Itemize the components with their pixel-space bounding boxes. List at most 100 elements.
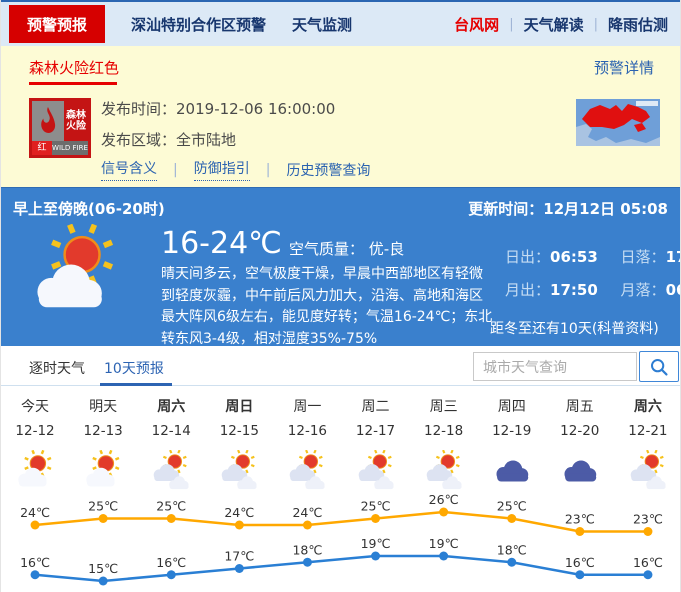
fire-icon-bottom: 红 WILD FIRE	[32, 141, 88, 155]
day-label: 明天	[89, 396, 117, 416]
partly-sunny-icon	[80, 450, 126, 498]
high-temp-point	[575, 527, 584, 536]
high-temp-value-label: 23℃	[633, 512, 663, 527]
cloudy-icon	[353, 450, 399, 498]
forecast-tabs-row: 逐时天气 10天预报	[1, 346, 681, 386]
divider: |	[509, 17, 513, 32]
low-temp-value-label: 16℃	[20, 555, 50, 570]
forest-fire-warning-icon: 森林 火险 红 WILD FIRE	[29, 98, 91, 158]
top-nav: 预警预报 深汕特别合作区预警 天气监测 台风网 | 天气解读 | 降雨估测	[1, 0, 681, 46]
city-search-input[interactable]	[473, 352, 637, 381]
low-temp-line	[35, 556, 648, 581]
low-temp-value-label: 16℃	[156, 555, 186, 570]
overcast-icon	[489, 450, 535, 498]
partly-sunny-icon	[12, 450, 58, 498]
moonset-label: 月落：	[621, 281, 666, 299]
forecast-day-column[interactable]: 周日12-15	[205, 386, 273, 498]
sunset-label: 日落：	[621, 248, 666, 266]
forecast-day-column[interactable]: 周六12-14	[137, 386, 205, 498]
low-temp-point	[167, 570, 176, 579]
forecast-day-column[interactable]: 周一12-16	[273, 386, 341, 498]
cloudy-icon	[625, 450, 671, 498]
sun-moon-times: 日出：06:53 日落：17:40 月出：17:50 月落：06:39	[505, 246, 681, 312]
forecast-day-column[interactable]: 周五 12-20	[546, 386, 614, 498]
tab-forest-fire-red[interactable]: 森林火险红色	[29, 57, 119, 78]
low-temp-value-label: 16℃	[633, 555, 663, 570]
low-temp-value-label: 19℃	[361, 536, 391, 551]
high-temp-value-label: 24℃	[20, 505, 50, 520]
warning-details-link[interactable]: 预警详情	[594, 57, 654, 78]
tab-warning-forecast[interactable]: 预警预报	[9, 5, 105, 43]
low-temp-point	[31, 570, 40, 579]
date-label: 12-15	[220, 423, 259, 443]
temperature-chart: 24℃25℃25℃24℃24℃25℃26℃25℃23℃23℃16℃15℃16℃1…	[1, 494, 681, 592]
low-temp-value-label: 16℃	[565, 555, 595, 570]
date-label: 12-19	[492, 423, 531, 443]
moonrise-label: 月出：	[505, 281, 550, 299]
divider: |	[266, 162, 271, 178]
high-temp-point	[31, 521, 40, 530]
solstice-countdown: 距冬至还有10天(科普资料)	[490, 318, 659, 338]
sunrise-time: 06:53	[550, 248, 598, 266]
warning-region-map[interactable]	[576, 99, 660, 146]
low-temp-value-label: 18℃	[292, 542, 322, 557]
warning-links: 信号含义 | 防御指引 | 历史预警查询	[101, 158, 370, 181]
high-temp-point	[235, 521, 244, 530]
day-label: 周六	[634, 396, 662, 416]
forecast-day-column[interactable]: 周六 12-21	[614, 386, 681, 498]
temperature-range: 16-24℃	[161, 226, 282, 261]
forecast-day-column[interactable]: 今天 12-12	[1, 386, 69, 498]
nav-right-links: 台风网 | 天气解读 | 降雨估测	[454, 14, 668, 35]
day-label: 周五	[566, 396, 594, 416]
publish-area-value: 全市陆地	[176, 131, 236, 149]
day-label: 今天	[21, 396, 49, 416]
date-label: 12-12	[15, 423, 54, 443]
divider: |	[594, 17, 598, 32]
publish-time-value: 2019-12-06 16:00:00	[176, 100, 335, 118]
signal-meaning-link[interactable]: 信号含义	[101, 158, 157, 181]
defense-guide-link[interactable]: 防御指引	[194, 158, 250, 181]
nav-rain-link[interactable]: 降雨估测	[608, 14, 668, 35]
forecast-day-column[interactable]: 明天12-13	[69, 386, 137, 498]
search-button[interactable]	[639, 351, 679, 382]
high-temp-value-label: 25℃	[361, 499, 391, 514]
date-label: 12-16	[288, 423, 327, 443]
flame-icon	[32, 101, 64, 141]
date-label: 12-21	[628, 423, 667, 443]
tab-ten-day-forecast[interactable]: 10天预报	[104, 358, 164, 378]
nav-shenshan-warning[interactable]: 深汕特别合作区预警	[131, 14, 266, 35]
day-label: 周四	[498, 396, 526, 416]
low-temp-point	[371, 552, 380, 561]
nav-weather-monitor[interactable]: 天气监测	[292, 14, 352, 35]
high-temp-value-label: 24℃	[224, 505, 254, 520]
high-temp-point	[303, 521, 312, 530]
high-temp-point	[439, 508, 448, 517]
partly-sunny-icon	[23, 224, 133, 324]
forecast-day-column[interactable]: 周四 12-19	[478, 386, 546, 498]
low-temp-point	[643, 570, 652, 579]
low-temp-value-label: 18℃	[497, 542, 527, 557]
forecast-day-column[interactable]: 周三12-18	[410, 386, 478, 498]
high-temp-point	[371, 514, 380, 523]
history-warning-link[interactable]: 历史预警查询	[286, 160, 370, 180]
warning-info: 发布时间：2019-12-06 16:00:00 发布区域：全市陆地	[101, 98, 335, 160]
sunset-time: 17:40	[666, 248, 681, 266]
high-temp-value-label: 23℃	[565, 512, 595, 527]
tab-hourly-weather[interactable]: 逐时天气	[29, 358, 85, 378]
active-tab-underline	[29, 82, 117, 85]
air-quality: 空气质量： 优-良	[289, 238, 404, 259]
sunrise-label: 日出：	[505, 248, 550, 266]
high-temp-point	[167, 514, 176, 523]
date-label: 12-20	[560, 423, 599, 443]
nav-typhoon-link[interactable]: 台风网	[454, 14, 499, 35]
ten-day-forecast: 今天12-12明天12-13周六12-14周日12-15周一12-16周二12-…	[1, 386, 681, 592]
low-temp-point	[575, 570, 584, 579]
nav-interpret-link[interactable]: 天气解读	[524, 14, 584, 35]
publish-area-row: 发布区域：全市陆地	[101, 129, 335, 150]
weather-description: 晴天间多云，空气极度干燥，早晨中西部地区有轻微到轻度灰霾，中午前后风力加大，沿海…	[161, 264, 493, 350]
overcast-icon	[557, 450, 603, 498]
low-temp-point	[439, 552, 448, 561]
high-temp-value-label: 25℃	[497, 499, 527, 514]
forecast-day-column[interactable]: 周二12-17	[341, 386, 409, 498]
day-label: 周二	[362, 396, 390, 416]
